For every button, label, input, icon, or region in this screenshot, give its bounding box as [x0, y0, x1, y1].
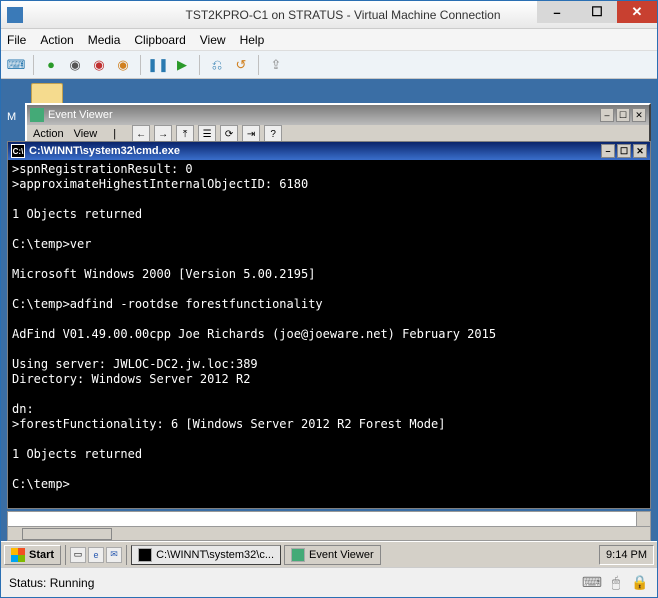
vm-toolbar: ⌨ ● ◉ ◉ ◉ ❚❚ ▶ ⎌ ↺ ⇪ — [1, 51, 657, 79]
cmd-icon: C:\ — [11, 144, 25, 158]
vm-menubar: File Action Media Clipboard View Help — [1, 29, 657, 51]
ev-menu-action[interactable]: Action — [33, 128, 64, 140]
system-tray[interactable]: 9:14 PM — [599, 545, 654, 565]
lock-icon: 🔒 — [631, 574, 649, 592]
window-controls: – ☐ ✕ — [537, 1, 657, 23]
cmd-maximize-button[interactable]: ☐ — [617, 144, 631, 158]
start-label: Start — [29, 549, 54, 561]
toolbar-separator — [199, 55, 200, 75]
mouse-icon: 🖱 — [607, 574, 625, 592]
toolbar-separator — [258, 55, 259, 75]
close-button[interactable]: ✕ — [617, 1, 657, 23]
menu-clipboard[interactable]: Clipboard — [134, 33, 185, 47]
taskbar-cmd-label: C:\WINNT\system32\c... — [156, 549, 274, 561]
scrollbar-thumb[interactable] — [22, 528, 112, 540]
taskbar: Start ▭ e ✉ C:\WINNT\system32\c... Event… — [1, 541, 657, 567]
vm-statusbar: Status: Running ⌨ 🖱 🔒 — [1, 567, 657, 597]
tray-clock: 9:14 PM — [606, 549, 647, 561]
reset-button[interactable]: ▶ — [171, 54, 193, 76]
taskbar-ev-label: Event Viewer — [309, 549, 374, 561]
checkpoint-button[interactable]: ⎌ — [206, 54, 228, 76]
keyboard-icon: ⌨ — [583, 574, 601, 592]
vertical-scrollbar[interactable] — [636, 512, 650, 526]
shutdown-button[interactable]: ◉ — [88, 54, 110, 76]
pause-button[interactable]: ❚❚ — [147, 54, 169, 76]
cmd-task-icon — [138, 548, 152, 562]
desktop-label-cropped: M — [7, 111, 16, 123]
taskbar-cmd-button[interactable]: C:\WINNT\system32\c... — [131, 545, 281, 565]
cmd-minimize-button[interactable]: – — [601, 144, 615, 158]
ev-task-icon — [291, 548, 305, 562]
event-viewer-title: Event Viewer — [48, 109, 113, 121]
horizontal-scrollbar[interactable] — [8, 526, 650, 540]
menu-action[interactable]: Action — [40, 33, 73, 47]
vm-status-text: Status: Running — [9, 576, 94, 590]
ev-maximize-button[interactable]: ☐ — [616, 108, 630, 122]
start-button-tb[interactable]: ● — [40, 54, 62, 76]
cmd-close-button[interactable]: ✕ — [633, 144, 647, 158]
start-button[interactable]: Start — [4, 545, 61, 565]
vm-titlebar: TST2KPRO-C1 on STRATUS - Virtual Machine… — [1, 1, 657, 29]
save-button[interactable]: ◉ — [112, 54, 134, 76]
maximize-button[interactable]: ☐ — [577, 1, 617, 23]
cmd-window[interactable]: C:\ C:\WINNT\system32\cmd.exe – ☐ ✕ >spn… — [7, 141, 651, 509]
vm-icon — [7, 7, 23, 23]
event-viewer-titlebar[interactable]: Event Viewer – ☐ ✕ — [27, 105, 649, 125]
event-viewer-icon — [30, 108, 44, 122]
toolbar-separator — [33, 55, 34, 75]
ql-ie-icon[interactable]: e — [88, 547, 104, 563]
share-button[interactable]: ⇪ — [265, 54, 287, 76]
menu-help[interactable]: Help — [240, 33, 265, 47]
ctrl-alt-del-button[interactable]: ⌨ — [5, 54, 27, 76]
ev-minimize-button[interactable]: – — [600, 108, 614, 122]
menu-file[interactable]: File — [7, 33, 26, 47]
quick-launch: ▭ e ✉ — [65, 545, 127, 565]
menu-media[interactable]: Media — [88, 33, 121, 47]
minimize-button[interactable]: – — [537, 1, 577, 23]
ql-outlook-icon[interactable]: ✉ — [106, 547, 122, 563]
guest-desktop[interactable]: M Event Viewer – ☐ ✕ Action View | ← → ⤒… — [1, 79, 657, 567]
ql-show-desktop-icon[interactable]: ▭ — [70, 547, 86, 563]
ev-menu-view[interactable]: View — [74, 128, 98, 140]
menu-view[interactable]: View — [200, 33, 226, 47]
cmd-title: C:\WINNT\system32\cmd.exe — [29, 145, 180, 157]
cmd-titlebar[interactable]: C:\ C:\WINNT\system32\cmd.exe – ☐ ✕ — [8, 142, 650, 160]
windows-flag-icon — [11, 548, 25, 562]
cmd-output[interactable]: >spnRegistrationResult: 0 >approximateHi… — [8, 160, 650, 508]
background-window-scrollarea — [7, 511, 651, 541]
revert-button[interactable]: ↺ — [230, 54, 252, 76]
taskbar-eventviewer-button[interactable]: Event Viewer — [284, 545, 381, 565]
turnoff-button[interactable]: ◉ — [64, 54, 86, 76]
ev-close-button[interactable]: ✕ — [632, 108, 646, 122]
toolbar-separator — [140, 55, 141, 75]
